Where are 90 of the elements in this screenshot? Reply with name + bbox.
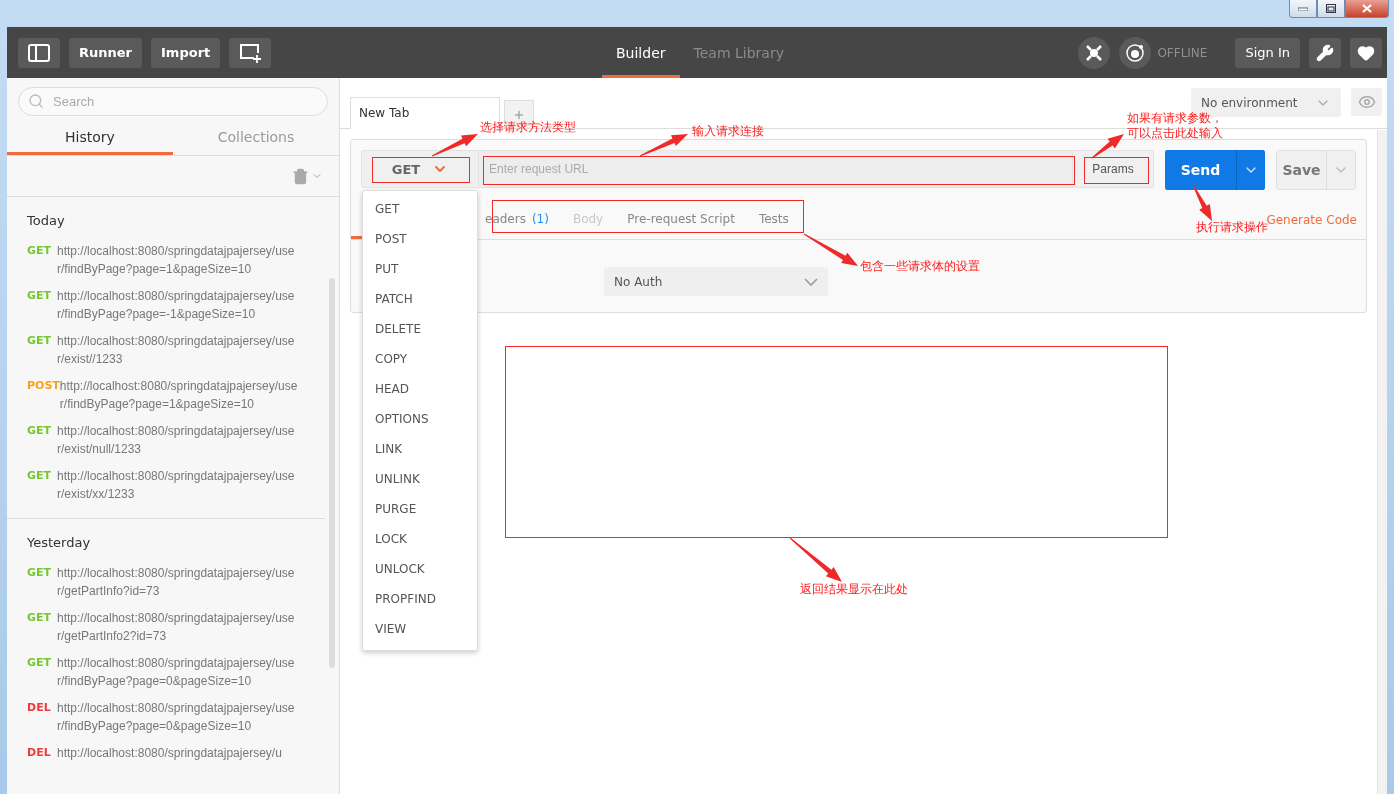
trash-icon[interactable] [292,167,309,185]
scrollbar[interactable] [329,278,335,668]
sync-button[interactable] [1119,36,1152,69]
chevron-down-icon [804,277,818,286]
environment-preview-button[interactable] [1351,88,1382,116]
method-menu-item[interactable]: OPTIONS [363,404,477,434]
heart-icon [1357,43,1375,62]
save-button[interactable]: Save [1277,151,1326,189]
method-menu-item[interactable]: HEAD [363,374,477,404]
close-icon [1362,4,1372,13]
interceptor-button[interactable] [1078,36,1111,69]
annotation-arrow [789,537,842,582]
request-subtab[interactable]: Tests [758,211,789,226]
request-url[interactable]: http://localhost:8080/springdatajpajersey/user/findByPage?page=-1&pageSize=10 [57,287,301,323]
method-menu-item[interactable]: PURGE [363,494,477,524]
params-button[interactable]: Params [1073,150,1154,188]
request-method: DEL [27,700,52,716]
method-menu-item[interactable]: LOCK [363,524,477,554]
settings-icon [1316,43,1334,62]
new-window-button[interactable] [229,37,272,68]
scrollbar[interactable] [1377,130,1387,794]
method-menu-item[interactable]: UNLOCK [363,554,477,584]
annotation-label: 返回结果显示在此处 [800,582,908,597]
maximize-button[interactable] [1317,0,1345,18]
request-url[interactable]: http://localhost:8080/springdatajpajersey/user/findByPage?page=1&pageSize=10 [57,242,301,278]
sidebar-toggle-button[interactable] [18,37,60,68]
request-subtab[interactable]: Pre-request Script [627,211,735,226]
request-method: GET [27,288,53,304]
method-menu-item[interactable]: POST [363,224,477,254]
request-method: GET [27,333,53,349]
new-window-icon [239,42,262,63]
method-menu-item[interactable]: PROPFIND [363,584,477,614]
favorite-button[interactable] [1350,37,1382,68]
annotation-label: 包含一些请求体的设置 [860,259,980,274]
annotation-arrow [1192,184,1212,221]
request-url[interactable]: http://localhost:8080/springdatajpajersey/user/exist/null/1233 [57,422,301,458]
request-method: GET [27,565,53,581]
method-select[interactable]: GET [361,150,479,188]
toolbar-button[interactable]: Import [151,37,221,68]
header-tab[interactable]: Builder [602,27,680,78]
plus-icon [513,108,525,121]
request-url[interactable]: http://localhost:8080/springdatajpajersey/u [57,744,301,762]
method-menu-item[interactable]: LINK [363,434,477,464]
request-url[interactable]: http://localhost:8080/springdatajpajersey/user/getPartInfo2?id=73 [57,609,301,645]
request-url[interactable]: http://localhost:8080/springdatajpajersey/user/exist//1233 [57,332,301,368]
settings-button[interactable] [1309,37,1341,68]
annotation-frame [1084,157,1149,184]
method-menu-item[interactable]: DELETE [363,314,477,344]
request-url[interactable]: http://localhost:8080/springdatajpajersey/user/findByPage?page=0&pageSize=10 [57,654,301,690]
request-url[interactable]: http://localhost:8080/springdatajpajersey/user/findByPage?page=0&pageSize=10 [57,699,301,735]
eye-icon [1357,93,1376,111]
minimize-icon [1298,6,1308,11]
request-method: GET [27,468,53,484]
annotation-arrow [803,233,858,266]
maximize-icon [1326,4,1336,13]
request-url[interactable]: http://localhost:8080/springdatajpajersey/user/getPartInfo?id=73 [57,564,301,600]
satellite-icon [1084,42,1105,63]
send-options-button[interactable] [1236,150,1265,190]
request-method: DEL [27,745,52,761]
request-method: GET [27,243,53,259]
method-menu-item[interactable]: GET [363,194,477,224]
annotation-arrow [639,134,688,157]
request-method: GET [27,610,53,626]
close-button[interactable] [1345,0,1389,18]
method-menu-item[interactable]: COPY [363,344,477,374]
annotation-arrow [431,134,478,157]
sign-in-button[interactable]: Sign In [1235,37,1300,68]
request-method: GET [27,655,53,671]
search-field[interactable]: Search [18,87,328,116]
request-method: POST [27,378,60,392]
request-url[interactable]: http://localhost:8080/springdatajpajersey/user/exist/xx/1233 [57,467,301,503]
history-group-title: Today [27,213,66,228]
toolbar-button[interactable]: Runner [69,37,142,68]
method-menu-item[interactable]: VIEW [363,614,477,644]
annotation-arrow [1091,134,1124,159]
annotation-label: 执行请求操作 [1196,220,1268,235]
method-menu-item[interactable]: PATCH [363,284,477,314]
method-menu-item[interactable]: PUT [363,254,477,284]
history-group-title: Yesterday [27,535,92,550]
method-menu-item[interactable]: UNLINK [363,464,477,494]
sidebar-tab[interactable]: History [7,124,173,155]
request-url[interactable]: http://localhost:8080/springdatajpajersey/user/findByPage?page=1&pageSize=10 [59,377,304,413]
sync-status: OFFLINE [1157,45,1208,60]
auth-type-select[interactable]: No Auth [604,267,828,296]
annotation-frame [1171,153,1238,186]
annotation-label: 输入请求连接 [692,124,764,139]
orbit-icon [1124,41,1147,64]
sidebar-icon [28,43,50,62]
search-icon [28,93,44,109]
request-method: GET [27,423,53,439]
